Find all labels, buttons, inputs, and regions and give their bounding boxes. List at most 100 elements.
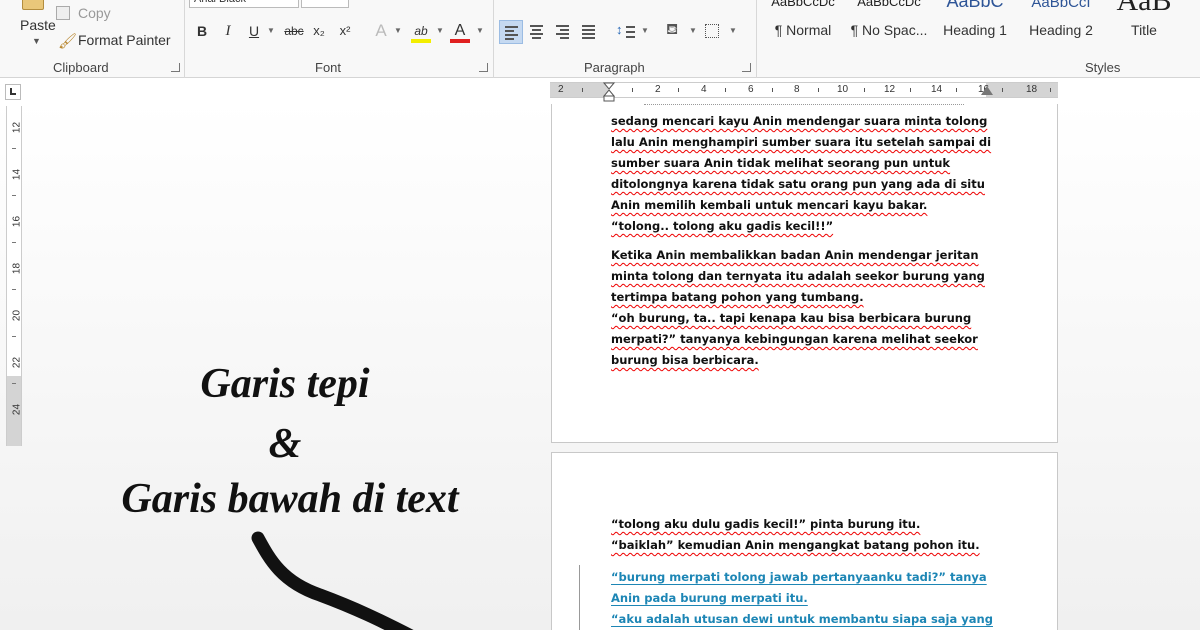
ruler-number: 14 xyxy=(11,168,23,181)
style-name: Heading 1 xyxy=(943,22,1007,38)
text-line: Anin pada burung merpati itu. xyxy=(611,591,808,605)
paragraph[interactable]: Ketika Anin membalikkan badan Anin mende… xyxy=(611,245,991,371)
shading-button[interactable]: ⛾ xyxy=(663,20,687,44)
paragraph-launcher-icon[interactable] xyxy=(742,63,751,72)
vertical-ruler[interactable]: 12 14 16 18 20 22 24 xyxy=(6,106,23,446)
subscript-button[interactable]: x₂ xyxy=(310,20,328,42)
paragraph[interactable]: “burung merpati tolong jawab pertanyaank… xyxy=(611,567,993,630)
style-name: ¶ No Spac... xyxy=(850,22,928,38)
text-line: “burung merpati tolong jawab pertanyaank… xyxy=(611,570,987,584)
clipboard-group-label: Clipboard xyxy=(53,60,109,75)
brush-stroke-arrow xyxy=(251,531,414,630)
text-line: minta tolong dan ternyata itu adalah see… xyxy=(611,269,985,283)
style-name: ¶ Normal xyxy=(774,22,832,38)
line-spacing-button[interactable]: ↕ xyxy=(615,20,639,44)
text-line: “aku adalah utusan dewi untuk membantu s… xyxy=(611,612,993,626)
text-line: sedang mencari kayu Anin mendengar suara… xyxy=(611,114,988,128)
text-line: “tolong aku dulu gadis kecil!” pinta bur… xyxy=(611,517,921,531)
chevron-down-icon[interactable]: ▼ xyxy=(729,26,737,35)
italic-button[interactable]: I xyxy=(219,20,237,42)
document-page[interactable]: “tolong aku dulu gadis kecil!” pinta bur… xyxy=(551,452,1058,630)
style-name: Heading 2 xyxy=(1029,22,1093,38)
paragraph[interactable]: “tolong aku dulu gadis kecil!” pinta bur… xyxy=(611,514,991,556)
ruler-number: 22 xyxy=(11,356,23,369)
strikethrough-button[interactable]: abc xyxy=(282,20,306,42)
text-line: ditolongnya karena tidak satu orang pun … xyxy=(611,177,985,191)
align-center-button[interactable] xyxy=(525,20,549,44)
paragraph-group-label: Paragraph xyxy=(584,60,645,75)
style-normal[interactable]: AaBbCcDc ¶ Normal xyxy=(762,0,844,50)
page-border-line xyxy=(579,565,580,630)
ruler-number: 18 xyxy=(1026,84,1038,95)
style-title[interactable]: AaB Title xyxy=(1103,0,1185,50)
bold-button[interactable]: B xyxy=(193,20,211,42)
style-sample: AaBbCcI xyxy=(1031,0,1091,11)
ruler-number: 8 xyxy=(794,84,800,95)
ruler-number: 2 xyxy=(558,84,564,95)
right-indent-marker[interactable] xyxy=(981,86,993,95)
underline-button[interactable]: U xyxy=(245,20,263,42)
first-line-indent-marker[interactable] xyxy=(603,82,615,102)
text-line: “tolong.. tolong aku gadis kecil!!” xyxy=(611,219,834,233)
copy-icon xyxy=(56,6,70,20)
style-name: Title xyxy=(1131,22,1157,38)
font-name-input[interactable]: Arial Black xyxy=(189,0,299,8)
ruler-number: 10 xyxy=(837,84,849,95)
paintbrush-icon: 🖌 xyxy=(58,33,78,50)
ribbon: Paste ▼ Copy 🖌 Format Painter Clipboard … xyxy=(0,0,1200,78)
paragraph[interactable]: sedang mencari kayu Anin mendengar suara… xyxy=(611,111,991,237)
annotation-line-3: Garis bawah di text xyxy=(121,476,459,522)
text-line: Ketika Anin membalikkan badan Anin mende… xyxy=(611,248,979,262)
header-separator xyxy=(644,104,964,105)
font-size-input[interactable] xyxy=(301,0,349,8)
chevron-down-icon[interactable]: ▼ xyxy=(689,26,697,35)
style-sample: AaBbCcDc xyxy=(771,0,835,9)
clipboard-launcher-icon[interactable] xyxy=(171,63,180,72)
chevron-down-icon[interactable]: ▼ xyxy=(267,26,275,35)
paint-bucket-icon: ⛾ xyxy=(666,21,679,38)
superscript-button[interactable]: x² xyxy=(336,20,354,42)
paste-button[interactable]: Paste ▼ xyxy=(8,0,56,46)
chevron-down-icon[interactable]: ▼ xyxy=(476,26,484,35)
justify-button[interactable] xyxy=(577,20,601,44)
border-grid-icon xyxy=(705,24,719,38)
style-heading-1[interactable]: AaBbC Heading 1 xyxy=(934,0,1016,50)
document-page[interactable]: sedang mencari kayu Anin mendengar suara… xyxy=(551,104,1058,443)
text-effects-button[interactable]: A xyxy=(372,20,390,42)
ruler-number: 12 xyxy=(884,84,896,95)
group-divider xyxy=(493,0,494,78)
ruler-number: 2 xyxy=(655,84,661,95)
style-sample: AaB xyxy=(1116,0,1172,17)
align-right-button[interactable] xyxy=(551,20,575,44)
tab-selector[interactable] xyxy=(5,84,21,100)
text-line: burung bisa berbicara. xyxy=(611,353,759,367)
highlight-color-swatch xyxy=(411,39,431,43)
format-painter-label: Format Painter xyxy=(78,32,171,48)
align-left-button[interactable] xyxy=(499,20,523,44)
style-heading-2[interactable]: AaBbCcI Heading 2 xyxy=(1020,0,1102,50)
ruler-number: 12 xyxy=(11,121,23,134)
ruler-number: 14 xyxy=(931,84,943,95)
annotation-line-2: & xyxy=(268,421,302,467)
text-line: merpati?” tanyanya kebingungan karena me… xyxy=(611,332,978,346)
chevron-down-icon[interactable]: ▼ xyxy=(641,26,649,35)
ruler-number: 4 xyxy=(701,84,707,95)
text-line: “baiklah” kemudian Anin mengangkat batan… xyxy=(611,538,980,552)
ruler-number: 18 xyxy=(11,262,23,275)
ruler-number: 24 xyxy=(11,403,23,416)
style-no-spacing[interactable]: AaBbCcDc ¶ No Spac... xyxy=(848,0,930,50)
chevron-down-icon[interactable]: ▼ xyxy=(436,26,444,35)
style-sample: AaBbCcDc xyxy=(857,0,921,9)
font-launcher-icon[interactable] xyxy=(479,63,488,72)
ruler-number: 6 xyxy=(748,84,754,95)
text-line: lalu Anin menghampiri sumber suara itu s… xyxy=(611,135,992,149)
clipboard-icon xyxy=(22,0,44,10)
ruler-number: 16 xyxy=(11,215,23,228)
chevron-down-icon[interactable]: ▼ xyxy=(32,36,41,46)
text-line: “oh burung, ta.. tapi kenapa kau bisa be… xyxy=(611,311,972,325)
chevron-down-icon[interactable]: ▼ xyxy=(394,26,402,35)
ruler-number: 20 xyxy=(11,309,23,322)
borders-button[interactable] xyxy=(701,20,725,44)
annotation-line-1: Garis tepi xyxy=(200,361,370,407)
group-divider xyxy=(184,0,185,78)
